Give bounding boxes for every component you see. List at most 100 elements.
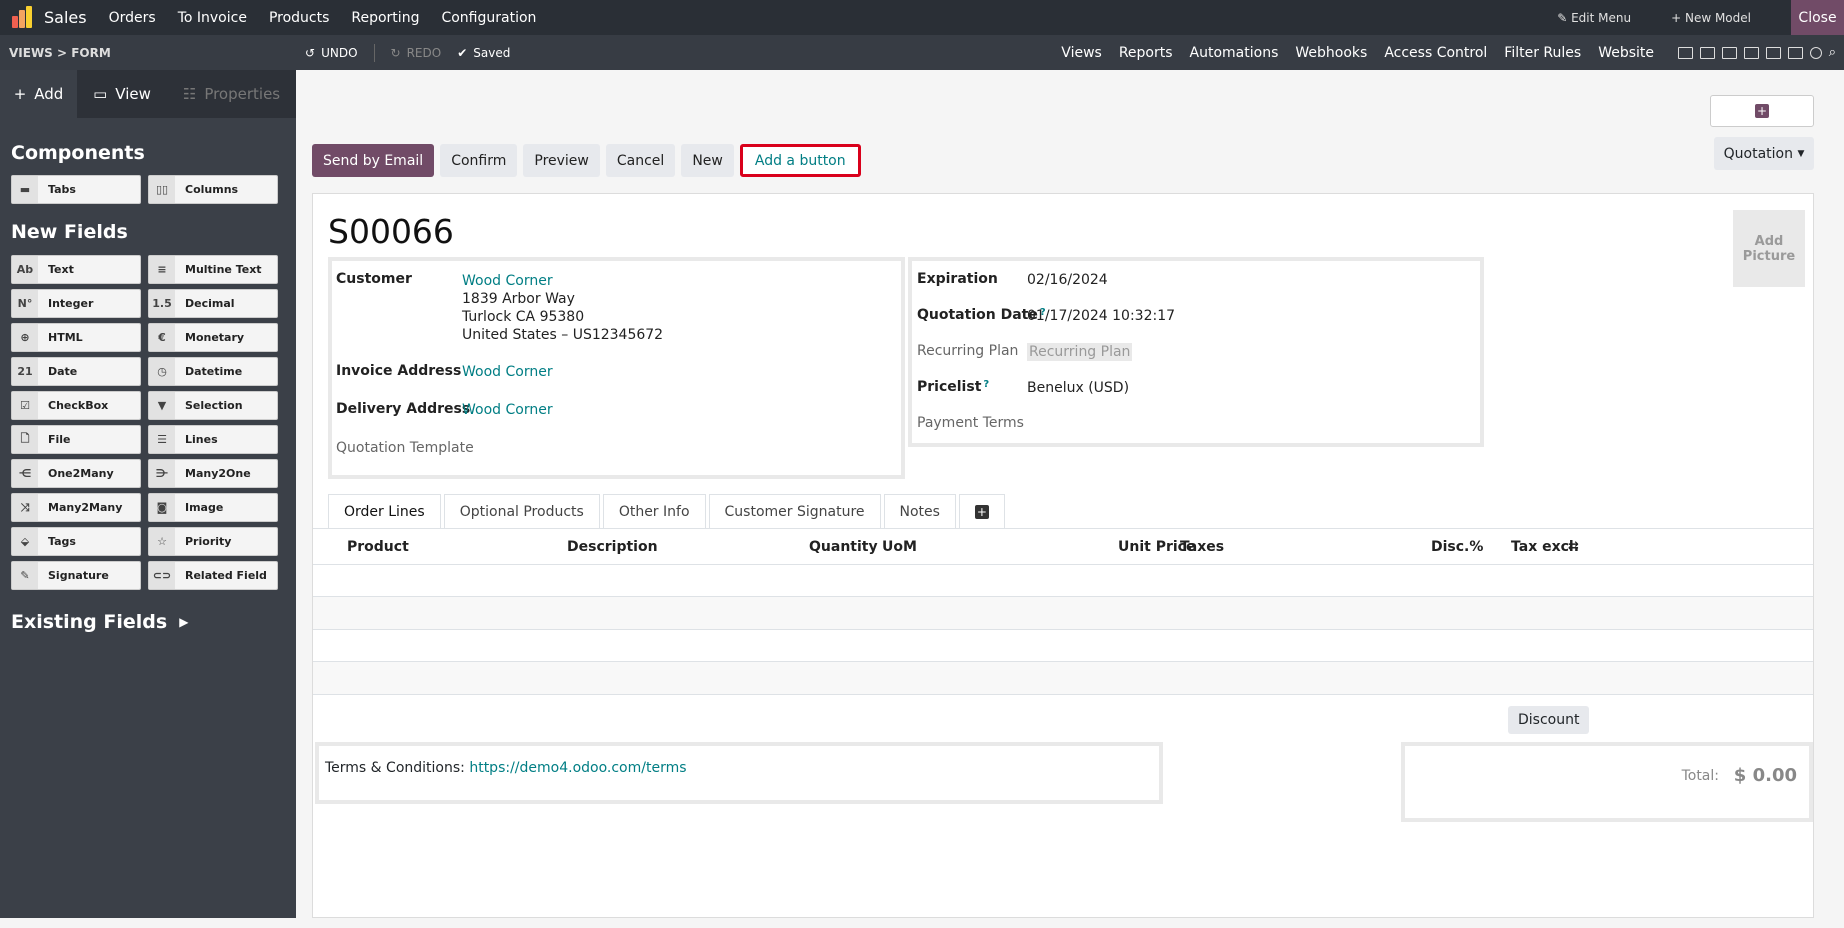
tab-customer-signature[interactable]: Customer Signature: [708, 494, 881, 529]
status-dropdown[interactable]: Quotation ▼: [1714, 137, 1814, 170]
total-value: $ 0.00: [1733, 765, 1797, 786]
menu-to-invoice[interactable]: To Invoice: [178, 10, 247, 26]
send-by-email-button[interactable]: Send by Email: [312, 144, 435, 177]
col-discount[interactable]: Disc.%: [1431, 539, 1483, 555]
nav-access-control[interactable]: Access Control: [1384, 45, 1487, 61]
activity-view-icon[interactable]: [1809, 46, 1822, 59]
help-icon[interactable]: ?: [983, 379, 989, 390]
field-one2many[interactable]: ⋲ One2Many: [11, 459, 141, 488]
field-many2one[interactable]: ⋺ Many2One: [148, 459, 278, 488]
nav-automations[interactable]: Automations: [1190, 45, 1279, 61]
field-priority[interactable]: ☆ Priority: [148, 527, 278, 556]
existing-fields-toggle[interactable]: Existing Fields ▶: [0, 611, 296, 633]
payment-terms-label: Payment Terms: [917, 415, 1024, 431]
field-selection[interactable]: ▼ Selection: [148, 391, 278, 420]
field-decimal[interactable]: 1.5 Decimal: [148, 289, 278, 318]
nav-webhooks[interactable]: Webhooks: [1295, 45, 1367, 61]
nav-filter-rules[interactable]: Filter Rules: [1504, 45, 1581, 61]
add-tab-button[interactable]: +: [958, 494, 1005, 529]
nav-views[interactable]: Views: [1061, 45, 1102, 61]
field-related[interactable]: ⊂⊃ Related Field: [148, 561, 278, 590]
left-field-group[interactable]: Customer Wood Corner 1839 Arbor Way Turl…: [328, 257, 905, 479]
redo-button[interactable]: ↻ REDO: [391, 46, 442, 60]
record-name[interactable]: S00066: [328, 212, 454, 251]
field-lines[interactable]: ☰ Lines: [148, 425, 278, 454]
tab-properties[interactable]: ☷ Properties: [167, 70, 296, 118]
pivot-view-icon[interactable]: [1787, 46, 1803, 59]
new-button[interactable]: New: [681, 144, 734, 177]
sidebar-tabs: + Add ▭ View ☷ Properties: [0, 70, 296, 118]
field-many2many[interactable]: ⤨ Many2Many: [11, 493, 141, 522]
delivery-address-link[interactable]: Wood Corner: [462, 402, 553, 418]
field-text[interactable]: Ab Text: [11, 255, 141, 284]
col-uom[interactable]: UoM: [882, 539, 917, 555]
integer-icon: N°: [12, 290, 38, 317]
tab-order-lines[interactable]: Order Lines: [328, 494, 441, 529]
tab-optional-products[interactable]: Optional Products: [443, 494, 600, 529]
sales-app-icon[interactable]: [10, 5, 34, 30]
field-date[interactable]: 21 Date: [11, 357, 141, 386]
nav-website[interactable]: Website: [1598, 45, 1654, 61]
plus-icon: +: [1671, 10, 1682, 25]
new-model-link[interactable]: + New Model: [1671, 11, 1751, 25]
field-multiline-text[interactable]: ≡ Multine Text: [148, 255, 278, 284]
cancel-button[interactable]: Cancel: [605, 144, 676, 177]
search-icon[interactable]: ⌕: [1829, 45, 1836, 60]
calendar-view-icon[interactable]: [1743, 46, 1759, 59]
discount-button[interactable]: Discount: [1508, 706, 1590, 734]
form-view-icon[interactable]: [1677, 46, 1693, 59]
field-file[interactable]: 🗋 File: [11, 425, 141, 454]
right-field-group[interactable]: Expiration 02/16/2024 Quotation Date? 01…: [908, 257, 1484, 447]
field-label: Lines: [185, 433, 218, 446]
menu-configuration[interactable]: Configuration: [441, 10, 536, 26]
field-monetary[interactable]: € Monetary: [148, 323, 278, 352]
confirm-button[interactable]: Confirm: [440, 144, 518, 177]
field-checkbox[interactable]: ☑ CheckBox: [11, 391, 141, 420]
expiration-value[interactable]: 02/16/2024: [1027, 272, 1108, 288]
field-signature[interactable]: ✎ Signature: [11, 561, 141, 590]
add-picture-button[interactable]: Add Picture: [1733, 210, 1805, 287]
menu-reporting[interactable]: Reporting: [351, 10, 419, 26]
component-columns[interactable]: ▯▯ Columns: [148, 175, 278, 204]
menu-products[interactable]: Products: [269, 10, 329, 26]
menu-orders[interactable]: Orders: [109, 10, 156, 26]
customer-link[interactable]: Wood Corner: [462, 272, 663, 290]
field-datetime[interactable]: ◷ Datetime: [148, 357, 278, 386]
close-studio-button[interactable]: Close: [1791, 0, 1844, 35]
studio-toolbar: VIEWS > FORM ↺ UNDO ↻ REDO ✔ Saved Views Re…: [0, 35, 1844, 70]
col-description[interactable]: Description: [567, 539, 658, 555]
terms-conditions-field[interactable]: Terms & Conditions: https://demo4.odoo.c…: [315, 742, 1163, 804]
undo-button[interactable]: ↺ UNDO: [305, 46, 358, 60]
graph-view-icon[interactable]: [1765, 46, 1781, 59]
list-view-icon[interactable]: [1699, 46, 1715, 59]
col-taxes[interactable]: Taxes: [1180, 539, 1224, 555]
tab-view[interactable]: ▭ View: [77, 70, 167, 118]
invoice-address-link[interactable]: Wood Corner: [462, 364, 553, 380]
component-tabs[interactable]: ▬ Tabs: [11, 175, 141, 204]
pricelist-value[interactable]: Benelux (USD): [1027, 380, 1129, 396]
quotation-date-value[interactable]: 01/17/2024 10:32:17: [1027, 308, 1175, 324]
recurring-plan-input[interactable]: Recurring Plan: [1027, 343, 1133, 361]
edit-menu-link[interactable]: ✎ Edit Menu: [1557, 11, 1631, 25]
app-name[interactable]: Sales: [44, 8, 87, 27]
field-image[interactable]: ◙ Image: [148, 493, 278, 522]
field-tags[interactable]: ⬙ Tags: [11, 527, 141, 556]
col-quantity[interactable]: Quantity: [809, 539, 878, 555]
field-integer[interactable]: N° Integer: [11, 289, 141, 318]
breadcrumb[interactable]: VIEWS > FORM: [9, 46, 305, 60]
optional-columns-icon[interactable]: ⇄: [1568, 539, 1579, 554]
field-label: Priority: [185, 535, 232, 548]
nav-reports[interactable]: Reports: [1119, 45, 1173, 61]
preview-button[interactable]: Preview: [523, 144, 600, 177]
terms-label: Terms & Conditions:: [325, 760, 465, 776]
field-label: HTML: [48, 331, 83, 344]
kanban-view-icon[interactable]: [1721, 46, 1737, 59]
tab-add[interactable]: + Add: [0, 70, 77, 118]
add-a-button[interactable]: Add a button: [739, 144, 861, 177]
col-product[interactable]: Product: [347, 539, 409, 555]
tab-other-info[interactable]: Other Info: [602, 494, 706, 529]
add-smart-button[interactable]: +: [1710, 95, 1814, 127]
terms-link[interactable]: https://demo4.odoo.com/terms: [469, 760, 686, 776]
tab-notes[interactable]: Notes: [883, 494, 956, 529]
field-html[interactable]: ⊕ HTML: [11, 323, 141, 352]
